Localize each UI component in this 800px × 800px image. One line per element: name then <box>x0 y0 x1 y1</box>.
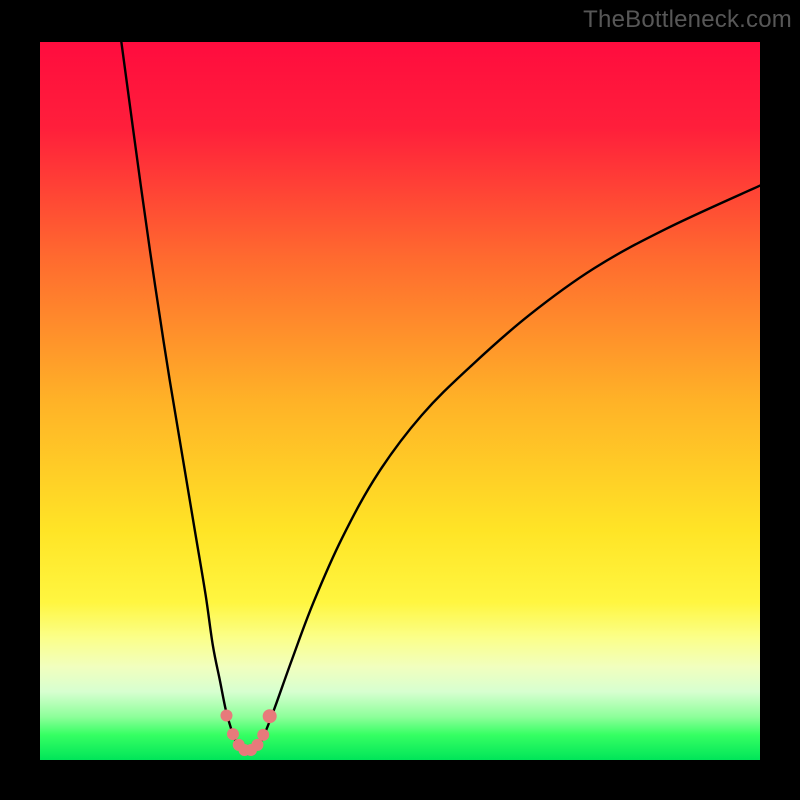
valley-marker <box>263 709 277 723</box>
bottleneck-curve <box>121 42 760 752</box>
plot-area <box>40 42 760 760</box>
curve-layer <box>40 42 760 760</box>
valley-marker <box>251 739 263 751</box>
valley-marker <box>220 709 232 721</box>
valley-marker <box>227 728 239 740</box>
valley-markers <box>220 709 276 756</box>
chart-frame: TheBottleneck.com <box>0 0 800 800</box>
valley-marker <box>257 729 269 741</box>
watermark-text: TheBottleneck.com <box>583 6 792 34</box>
